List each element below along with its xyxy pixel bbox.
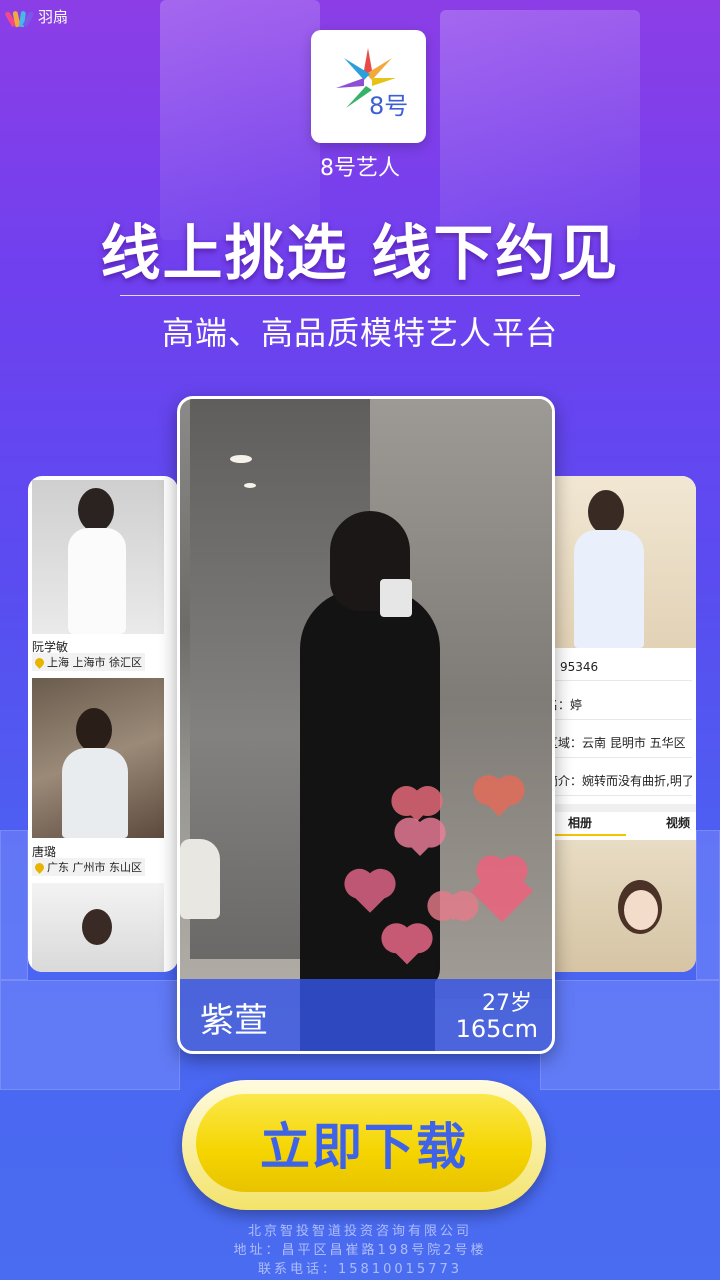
ceiling-light bbox=[244, 483, 256, 488]
footer-company: 北京智投智道投资咨询有限公司 bbox=[247, 1224, 472, 1239]
brand-logo: 羽扇 bbox=[4, 6, 69, 27]
location-pin-icon bbox=[33, 655, 46, 669]
left-model-list-card: 阮学敏 上海 上海市 徐汇区 唐璐 广东 广州市 东山区 bbox=[28, 476, 178, 972]
app-icon-text: 8号 bbox=[369, 92, 408, 120]
right-model-detail-card: 95346 名：婷 区域：云南 昆明市 五华区 简介：婉转而没有曲折,明了 相册… bbox=[538, 476, 696, 972]
model-name-row: 名：婷 bbox=[546, 696, 692, 720]
model-region-row: 区域：云南 昆明市 五华区 bbox=[546, 734, 692, 758]
background-tile bbox=[0, 980, 180, 1090]
model-photo[interactable] bbox=[32, 883, 164, 972]
model-height: 165cm bbox=[455, 1015, 538, 1043]
background-model-photo-left bbox=[160, 0, 320, 240]
tab-video[interactable]: 视频 bbox=[666, 814, 690, 831]
model-age: 27岁 bbox=[482, 991, 532, 1016]
tab-album[interactable]: 相册 bbox=[568, 814, 592, 831]
phone bbox=[380, 579, 412, 617]
location-pin-icon bbox=[33, 860, 46, 874]
ceiling-light bbox=[230, 455, 252, 463]
app-logo: 8号 bbox=[311, 30, 426, 143]
background-tile bbox=[0, 830, 28, 980]
download-button[interactable]: 立即下载 bbox=[182, 1080, 546, 1210]
model-photo[interactable] bbox=[554, 476, 696, 648]
footer-address: 地址：昌平区昌崔路198号院2号楼 bbox=[233, 1243, 487, 1258]
section-spacer bbox=[538, 804, 696, 812]
app-name: 8号艺人 bbox=[320, 156, 400, 181]
download-button-label: 立即下载 bbox=[196, 1094, 532, 1192]
subline: 高端、高品质模特艺人平台 bbox=[161, 314, 558, 352]
model-id-row: 95346 bbox=[554, 660, 692, 681]
featured-model-card[interactable]: 紫萱 27岁 165cm bbox=[177, 396, 555, 1054]
toilet bbox=[180, 839, 220, 919]
model-name: 紫萱 bbox=[200, 1001, 268, 1041]
model-intro-row: 简介：婉转而没有曲折,明了 bbox=[546, 772, 692, 796]
model-photo[interactable] bbox=[554, 840, 696, 972]
app-8hao-logo-icon: 8号 bbox=[336, 48, 408, 120]
footer-phone: 联系电话：15810015773 bbox=[258, 1262, 462, 1277]
model-photo[interactable] bbox=[32, 678, 164, 838]
fan-logo-icon bbox=[4, 7, 35, 27]
headline: 线上挑选 线下约见 bbox=[100, 219, 620, 289]
heart-icon bbox=[440, 895, 466, 921]
background-tile bbox=[696, 830, 720, 980]
model-location: 广东 广州市 东山区 bbox=[32, 858, 145, 876]
model-location: 上海 上海市 徐汇区 bbox=[32, 653, 145, 671]
model-photo[interactable] bbox=[32, 480, 164, 634]
model-caption-bar: 紫萱 27岁 165cm bbox=[180, 979, 552, 1051]
background-tile bbox=[540, 980, 720, 1090]
active-tab-indicator bbox=[554, 834, 626, 836]
brand-name: 羽扇 bbox=[38, 8, 69, 26]
divider bbox=[120, 295, 580, 296]
